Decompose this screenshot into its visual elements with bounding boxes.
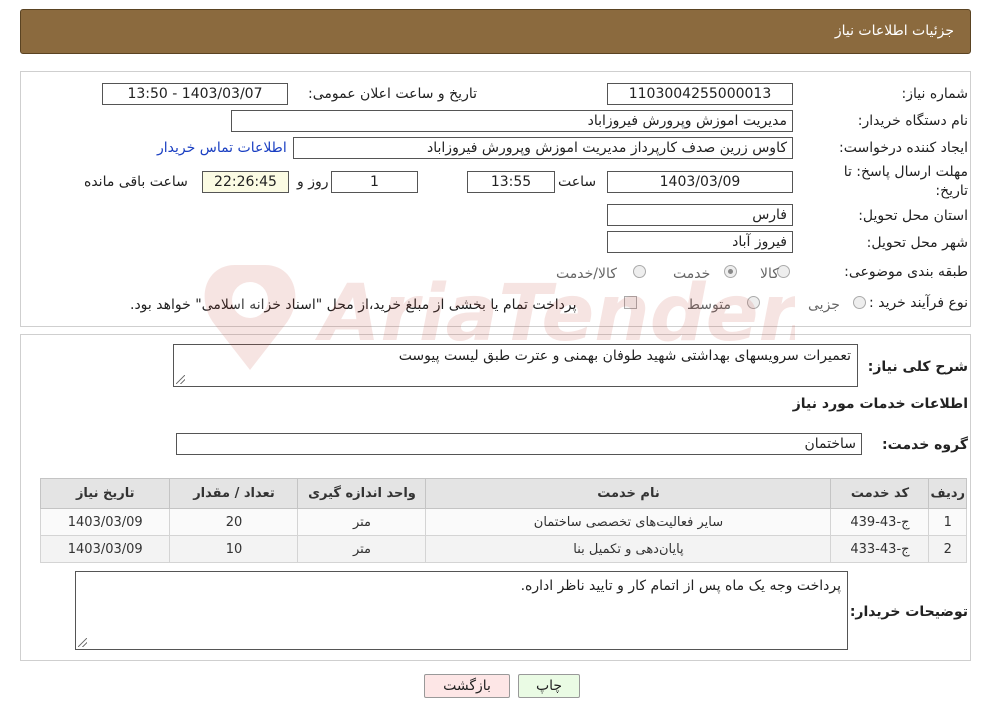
category-service-radio[interactable] <box>724 265 737 278</box>
buyer-notes-label: توضیحات خریدار: <box>849 604 968 620</box>
cell-qty: 10 <box>169 535 299 563</box>
category-goods-label: کالا <box>760 266 779 282</box>
cell-code: ج-43-439 <box>830 508 930 536</box>
buyer-notes-textarea: پرداخت وجه یک ماه پس از اتمام کار و تایی… <box>75 571 848 650</box>
cell-qty: 20 <box>169 508 299 536</box>
table-row: 1 ج-43-439 سایر فعالیت‌های تخصصی ساختمان… <box>39 508 967 536</box>
process-medium-label: متوسط <box>687 297 731 313</box>
col-qty-header: تعداد / مقدار <box>169 478 299 509</box>
days-remaining-field: 1 <box>331 171 418 193</box>
col-date-header: تاریخ نیاز <box>39 478 171 509</box>
process-medium-radio[interactable] <box>747 296 760 309</box>
table-row: 2 ج-43-433 پایان‌دهی و تکمیل بنا متر 10 … <box>39 535 967 563</box>
city-label: شهر محل تحویل: <box>866 235 968 251</box>
deadline-time-field: 13:55 <box>467 171 555 193</box>
summary-text: تعمیرات سرویسهای بهداشتی شهید طوفان بهمن… <box>398 348 851 364</box>
deadline-label-line1: مهلت ارسال پاسخ: تا <box>843 164 968 180</box>
deadline-label-line2: تاریخ: <box>935 183 968 199</box>
remaining-time-field: 22:26:45 <box>202 171 289 193</box>
cell-code: ج-43-433 <box>830 535 930 563</box>
resize-grip-icon[interactable] <box>78 638 87 647</box>
category-goods-service-label: کالا/خدمت <box>556 266 617 282</box>
buyer-notes-text: پرداخت وجه یک ماه پس از اتمام کار و تایی… <box>520 578 841 594</box>
cell-unit: متر <box>297 508 427 536</box>
creator-field: کاوس زرین صدف کارپرداز مدیریت اموزش وپرو… <box>293 137 793 159</box>
treasury-payment-checkbox[interactable] <box>624 296 637 309</box>
process-type-label: نوع فرآیند خرید : <box>869 295 968 311</box>
province-label: استان محل تحویل: <box>858 208 968 224</box>
buyer-contact-link[interactable]: اطلاعات تماس خریدار <box>157 140 287 156</box>
process-minor-radio[interactable] <box>853 296 866 309</box>
cell-unit: متر <box>297 535 427 563</box>
service-group-field: ساختمان <box>176 433 862 455</box>
category-goods-service-radio[interactable] <box>633 265 646 278</box>
services-heading: اطلاعات خدمات مورد نیاز <box>792 396 968 412</box>
category-label: طبقه بندی موضوعی: <box>844 264 968 280</box>
summary-textarea: تعمیرات سرویسهای بهداشتی شهید طوفان بهمن… <box>173 344 858 387</box>
page-title: جزئیات اطلاعات نیاز <box>834 23 954 39</box>
page-header: جزئیات اطلاعات نیاز <box>20 9 971 54</box>
days-label: روز و <box>297 174 329 190</box>
process-minor-label: جزیی <box>808 297 840 313</box>
remaining-time-label: ساعت باقی مانده <box>84 174 188 190</box>
service-group-label: گروه خدمت: <box>882 437 968 453</box>
resize-grip-icon[interactable] <box>176 375 185 384</box>
creator-label: ایجاد کننده درخواست: <box>839 140 968 156</box>
buyer-org-label: نام دستگاه خریدار: <box>857 113 968 129</box>
print-button[interactable]: چاپ <box>518 674 580 698</box>
category-service-label: خدمت <box>673 266 711 282</box>
cell-name: پایان‌دهی و تکمیل بنا <box>425 535 832 563</box>
need-number-label: شماره نیاز: <box>901 86 969 102</box>
col-unit-header: واحد اندازه گیری <box>297 478 427 509</box>
table-header-row: ردیف کد خدمت نام خدمت واحد اندازه گیری ت… <box>39 478 967 509</box>
cell-date: 1403/03/09 <box>39 535 171 563</box>
col-name-header: نام خدمت <box>425 478 832 509</box>
cell-name: سایر فعالیت‌های تخصصی ساختمان <box>425 508 832 536</box>
back-button[interactable]: بازگشت <box>424 674 510 698</box>
announce-label: تاریخ و ساعت اعلان عمومی: <box>308 86 477 102</box>
province-field: فارس <box>607 204 793 226</box>
col-code-header: کد خدمت <box>830 478 930 509</box>
cell-row: 2 <box>928 535 967 563</box>
col-row-header: ردیف <box>928 478 967 509</box>
need-number-field: 1103004255000013 <box>607 83 793 105</box>
buyer-org-field: مدیریت اموزش وپرورش فیروزاباد <box>231 110 793 132</box>
cell-date: 1403/03/09 <box>39 508 171 536</box>
summary-label: شرح کلی نیاز: <box>867 359 968 375</box>
announce-datetime-field: 1403/03/07 - 13:50 <box>102 83 288 105</box>
cell-row: 1 <box>928 508 967 536</box>
city-field: فیروز آباد <box>607 231 793 253</box>
services-table: ردیف کد خدمت نام خدمت واحد اندازه گیری ت… <box>39 478 967 563</box>
treasury-payment-note: پرداخت تمام یا بخشی از مبلغ خرید،از محل … <box>130 297 577 313</box>
deadline-date-field: 1403/03/09 <box>607 171 793 193</box>
deadline-time-label: ساعت <box>558 174 597 190</box>
